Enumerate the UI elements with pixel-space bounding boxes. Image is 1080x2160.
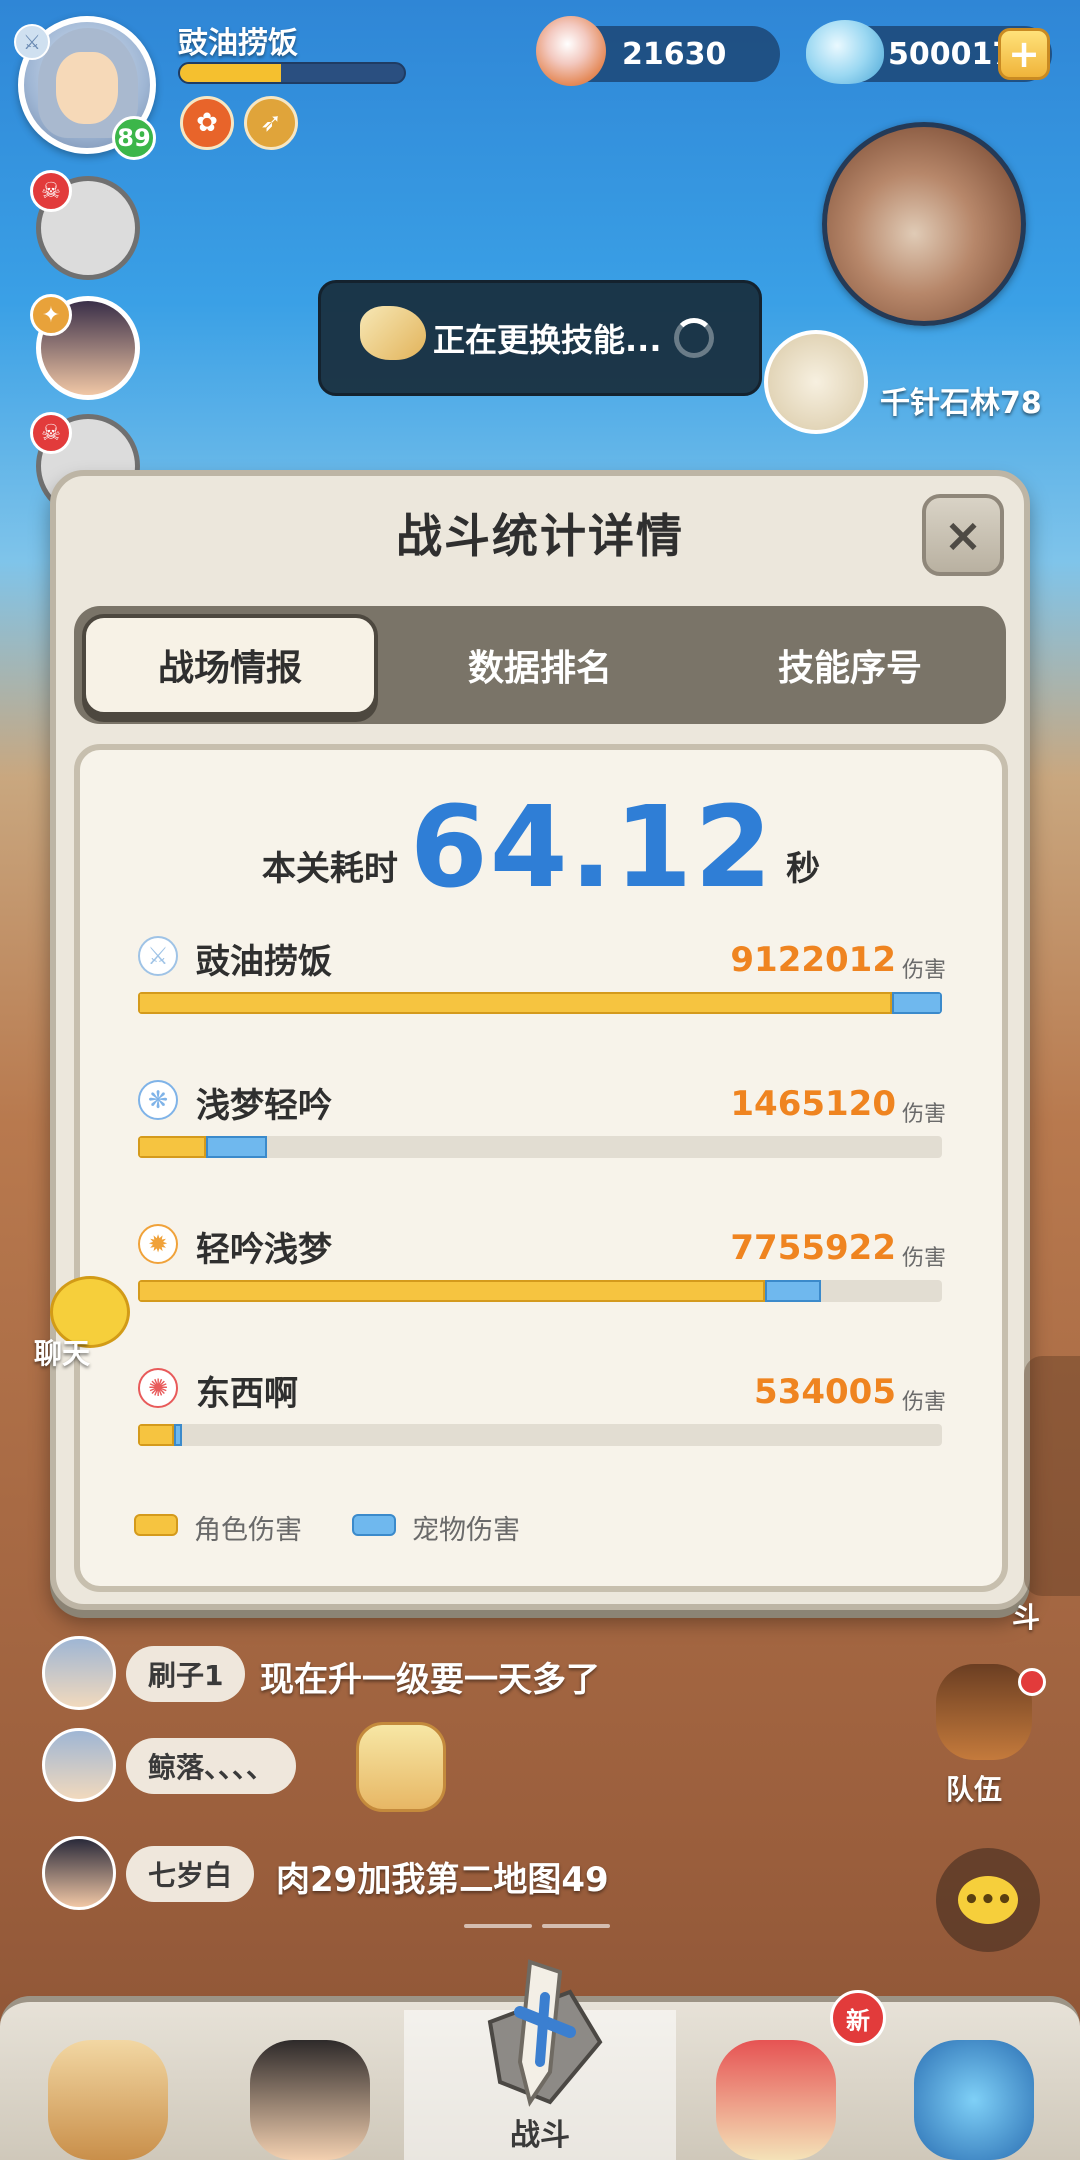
row-player-name: 轻吟浅梦	[196, 1230, 332, 1270]
chat-bubble-icon: •••	[958, 1876, 1018, 1924]
battle-crest-icon	[450, 1952, 630, 2122]
legend-pet-label: 宠物伤害	[412, 1515, 520, 1546]
legend-character-label: 角色伤害	[194, 1515, 302, 1546]
tab-skill-order[interactable]: 技能序号	[702, 614, 998, 716]
chat-bubble-button[interactable]: •••	[936, 1848, 1040, 1952]
row-damage-value: 1465120	[730, 1084, 896, 1124]
chat-message: 肉29加我第二地图49	[276, 1860, 609, 1900]
stage-time: 本关耗时 64.12 秒	[74, 792, 1008, 904]
row-damage-value: 7755922	[730, 1228, 896, 1268]
level-badge: 89	[112, 116, 156, 160]
pearl-shell-icon	[536, 16, 606, 86]
character-damage-fill	[138, 1424, 175, 1446]
pet-icon	[716, 2040, 836, 2160]
skull-icon: ☠	[30, 412, 72, 454]
map-target-icon[interactable]	[764, 330, 868, 434]
gem-icon	[806, 20, 884, 84]
new-badge: 新	[830, 1990, 886, 2046]
chat-avatar[interactable]	[42, 1636, 116, 1710]
side-widget[interactable]	[1024, 1356, 1080, 1596]
character-damage-fill	[138, 992, 893, 1014]
pet-damage-fill	[206, 1136, 267, 1158]
chat-sender[interactable]: 刷子1	[126, 1646, 246, 1702]
chat-side-button[interactable]: 聊天	[20, 1276, 130, 1372]
map-location-label: 千针石林78	[880, 386, 1042, 421]
legend-swatch-pet	[352, 1514, 396, 1536]
portal-icon	[914, 2040, 1034, 2160]
side-widget-label: 斗	[1012, 1601, 1041, 1634]
stage-time-label: 本关耗时	[261, 849, 398, 889]
row-damage-value: 9122012	[730, 940, 896, 980]
add-currency-button[interactable]: +	[998, 28, 1050, 80]
row-damage-unit: 伤害	[902, 1102, 947, 1127]
chat-message: 现在升一级要一天多了	[260, 1660, 600, 1700]
pet-damage-fill	[765, 1280, 822, 1302]
chat-sender[interactable]: 鲸落、、、、	[126, 1738, 297, 1794]
chat-sticker	[356, 1722, 446, 1812]
row-damage-unit: 伤害	[902, 958, 947, 983]
chat-avatar[interactable]	[42, 1836, 116, 1910]
player-name: 豉油捞饭	[178, 26, 298, 61]
xp-fill	[180, 64, 281, 82]
sword-icon: ⚔	[138, 936, 178, 976]
damage-bar	[138, 1424, 942, 1446]
tab-data-ranking[interactable]: 数据排名	[392, 614, 688, 716]
wind-icon: ❋	[138, 1080, 178, 1120]
damage-bar	[138, 1280, 942, 1302]
tab-battlefield-info[interactable]: 战场情报	[82, 614, 378, 716]
toast-text: 正在更换技能...	[433, 321, 662, 359]
row-damage-unit: 伤害	[902, 1390, 947, 1415]
skull-icon: ☠	[30, 170, 72, 212]
minimap[interactable]	[822, 122, 1026, 326]
damage-bar	[138, 1136, 942, 1158]
row-player-name: 浅梦轻吟	[196, 1086, 332, 1126]
team-button[interactable]: 队伍	[926, 1664, 1046, 1806]
row-damage-value: 534005	[754, 1372, 896, 1412]
loading-spinner-icon	[674, 318, 714, 358]
buff-icon-flower[interactable]: ✿	[180, 96, 234, 150]
row-damage-unit: 伤害	[902, 1246, 947, 1271]
stage-time-value: 64.12	[409, 783, 775, 913]
character-damage-fill	[138, 1280, 766, 1302]
pet-damage-fill	[892, 992, 942, 1014]
pearl-value: 21630	[622, 36, 727, 72]
nav-item-character[interactable]	[18, 2010, 198, 2160]
nav-item-companion[interactable]	[220, 2010, 400, 2160]
gem-value: 500017	[888, 36, 1014, 72]
team-label: 队伍	[946, 1773, 1003, 1806]
stage-time-unit: 秒	[786, 849, 821, 889]
chat-side-label: 聊天	[34, 1337, 91, 1370]
character-damage-fill	[138, 1136, 207, 1158]
swirl-icon: ✺	[138, 1368, 178, 1408]
buff-icon-bow[interactable]: ➶	[244, 96, 298, 150]
chat-avatar[interactable]	[42, 1728, 116, 1802]
character-icon	[48, 2040, 168, 2160]
chat-pager	[464, 1924, 610, 1928]
panel-title: 战斗统计详情	[396, 509, 684, 563]
pet-damage-fill	[174, 1424, 183, 1446]
flame-icon: ✹	[138, 1224, 178, 1264]
close-button[interactable]: ×	[922, 494, 1004, 576]
row-player-name: 东西啊	[196, 1374, 298, 1414]
damage-bar	[138, 992, 942, 1014]
sword-icon: ⚔	[14, 24, 50, 60]
xp-bar	[178, 62, 406, 84]
notification-dot	[1018, 1668, 1046, 1696]
companion-icon	[250, 2040, 370, 2160]
flame-badge-icon: ✦	[30, 294, 72, 336]
avatar-face	[56, 52, 118, 124]
chat-sender[interactable]: 七岁白	[126, 1846, 255, 1902]
nav-item-portal[interactable]	[884, 2010, 1064, 2160]
legend-swatch-character	[134, 1514, 178, 1536]
row-player-name: 豉油捞饭	[196, 942, 332, 982]
